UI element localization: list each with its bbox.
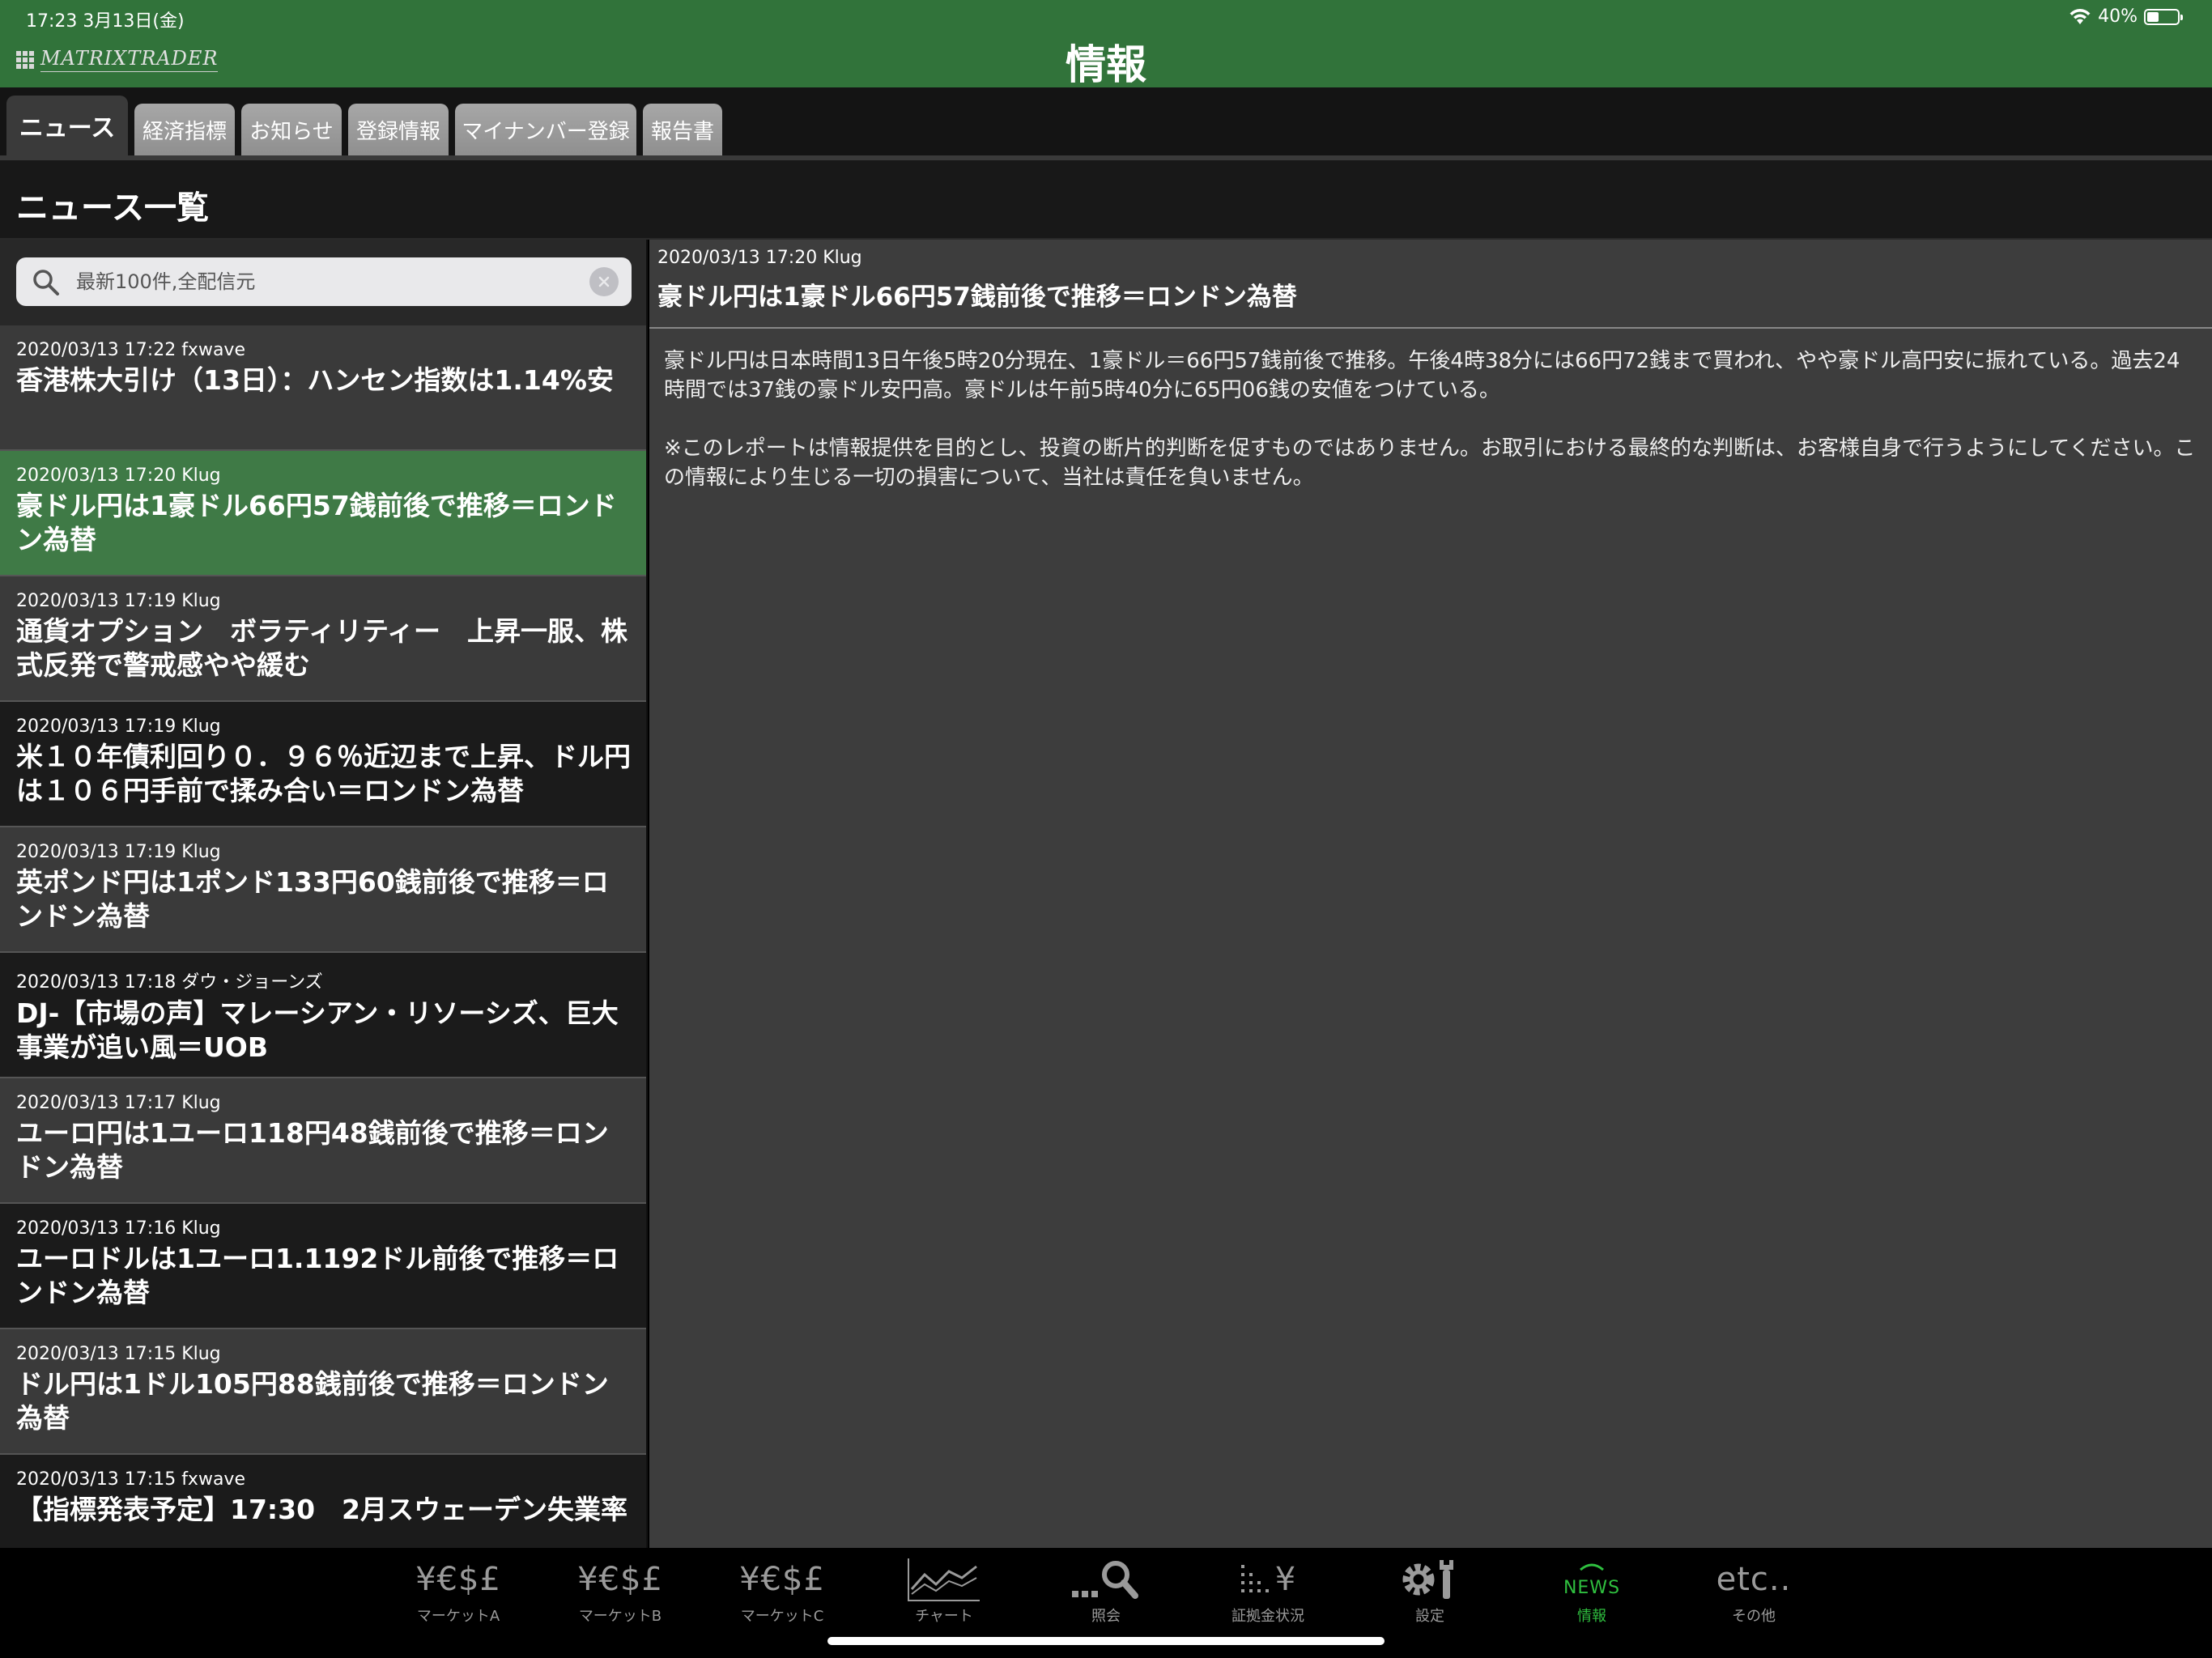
news-headline: 英ポンド円は1ポンド133円60銭前後で推移＝ロンドン為替 [16, 866, 609, 932]
wifi-icon [2069, 8, 2091, 24]
news-meta: 2020/03/13 17:20 Klug [16, 466, 221, 486]
bottom-tab-label: 証拠金状況 [1231, 1608, 1304, 1625]
detail-disclaimer: ※このレポートは情報提供を目的とし、投資の断片的判断を促すものではありません。お… [664, 436, 2196, 490]
header-bar: 17:23 3月13日(金) 40% MATRIXTRADER 情報 [0, 0, 2212, 88]
news-list-item[interactable]: 2020/03/13 17:17 Klug ユーロ円は1ユーロ118円48銭前後… [0, 1078, 646, 1204]
news-icon: NEWS [1563, 1554, 1620, 1605]
bottom-tab-label: マーケットA [416, 1608, 500, 1625]
detail-body: 豪ドル円は日本時間13日午後5時20分現在、1豪ドル＝66円57銭前後で推移。午… [649, 329, 2212, 539]
battery-level [2147, 11, 2159, 22]
search-icon [33, 270, 59, 295]
news-headline: DJ-【市場の声】マレーシアン・リソーシズ、巨大事業が追い風＝UOB [16, 997, 619, 1063]
bottom-tab-label: マーケットB [578, 1608, 662, 1625]
detail-header: 2020/03/13 17:20 Klug 豪ドル円は1豪ドル66円57銭前後で… [649, 240, 2212, 329]
bottom-tab-market-c[interactable]: ¥€$£ マーケットC [713, 1554, 851, 1635]
news-headline: ユーロ円は1ユーロ118円48銭前後で推移＝ロンドン為替 [16, 1117, 609, 1183]
news-headline: ユーロドルは1ユーロ1.1192ドル前後で推移＝ロンドン為替 [16, 1243, 619, 1308]
bottom-tab-label: 照会 [1091, 1608, 1121, 1625]
news-list-item[interactable]: 2020/03/13 17:15 Klug ドル円は1ドル105円88銭前後で推… [0, 1329, 646, 1455]
chart-icon [907, 1554, 981, 1605]
bottom-tab-settings[interactable]: 設定 [1361, 1554, 1499, 1635]
search-input[interactable] [76, 257, 562, 306]
bottom-tab-inquiry[interactable]: 照会 [1037, 1554, 1175, 1635]
tab-notices[interactable]: お知らせ [241, 104, 342, 155]
battery-icon [2144, 8, 2183, 25]
gear-wrench-icon [1397, 1554, 1462, 1605]
news-detail-pane: 2020/03/13 17:20 Klug 豪ドル円は1豪ドル66円57銭前後で… [649, 240, 2212, 1548]
news-meta: 2020/03/13 17:16 Klug [16, 1218, 221, 1239]
tab-reports[interactable]: 報告書 [643, 104, 722, 155]
detail-paragraph: 豪ドル円は日本時間13日午後5時20分現在、1豪ドル＝66円57銭前後で推移。午… [664, 349, 2180, 402]
news-list-item[interactable]: 2020/03/13 17:19 Klug 通貨オプション ボラティリティー 上… [0, 576, 646, 702]
section-title: ニュース一覧 [16, 189, 209, 227]
status-indicators: 40% [2069, 6, 2183, 27]
news-list-item[interactable]: 2020/03/13 17:15 fxwave 【指標発表予定】17:30 2月… [0, 1455, 646, 1548]
bottom-tab-market-a[interactable]: ¥€$£ マーケットA [389, 1554, 527, 1635]
news-list-item-selected[interactable]: 2020/03/13 17:20 Klug 豪ドル円は1豪ドル66円57銭前後で… [0, 451, 646, 576]
etc-icon: etc.. [1716, 1561, 1792, 1598]
news-headline: ドル円は1ドル105円88銭前後で推移＝ロンドン為替 [16, 1368, 609, 1434]
news-list-header: ニュース一覧 [0, 160, 2212, 240]
bottom-tab-margin-status[interactable]: ¥ 証拠金状況 [1199, 1554, 1337, 1635]
bottom-tab-label: 設定 [1415, 1608, 1444, 1625]
bottom-tab-label: チャート [915, 1608, 973, 1625]
page-title: 情報 [1066, 41, 1146, 88]
currency-icon: ¥€$£ [739, 1561, 825, 1598]
home-indicator[interactable] [827, 1637, 1385, 1645]
news-list-item[interactable]: 2020/03/13 17:16 Klug ユーロドルは1ユーロ1.1192ドル… [0, 1204, 646, 1329]
search-bar [0, 240, 646, 325]
bottom-tab-market-b[interactable]: ¥€$£ マーケットB [551, 1554, 689, 1635]
bottom-tab-other[interactable]: etc.. その他 [1685, 1554, 1823, 1635]
news-list-item[interactable]: 2020/03/13 17:18 ダウ・ジョーンズ DJ-【市場の声】マレーシア… [0, 953, 646, 1078]
search-icon [1069, 1554, 1143, 1605]
tab-economic-indicators[interactable]: 経済指標 [134, 104, 235, 155]
news-meta: 2020/03/13 17:22 fxwave [16, 340, 245, 360]
news-icon-text: NEWS [1563, 1577, 1621, 1598]
bottom-tab-chart[interactable]: チャート [875, 1554, 1013, 1635]
news-meta: 2020/03/13 17:18 ダウ・ジョーンズ [16, 972, 323, 993]
tab-news[interactable]: ニュース [6, 96, 128, 155]
bottom-tab-label: マーケットC [740, 1608, 824, 1625]
news-headline: 通貨オプション ボラティリティー 上昇一服、株式反発で警戒感やや緩む [16, 615, 628, 681]
detail-title: 豪ドル円は1豪ドル66円57銭前後で推移＝ロンドン為替 [657, 283, 1297, 312]
battery-percent: 40% [2098, 6, 2138, 27]
news-meta: 2020/03/13 17:15 fxwave [16, 1469, 245, 1490]
detail-meta: 2020/03/13 17:20 Klug [657, 248, 862, 268]
app-root: 17:23 3月13日(金) 40% MATRIXTRADER 情報 ニュース … [0, 0, 2212, 1658]
close-icon [598, 276, 610, 287]
news-meta: 2020/03/13 17:19 Klug [16, 842, 221, 862]
currency-icon: ¥€$£ [415, 1561, 501, 1598]
tab-registration-info[interactable]: 登録情報 [348, 104, 449, 155]
tab-my-number[interactable]: マイナンバー登録 [455, 104, 636, 155]
search-box [16, 257, 632, 306]
news-headline: 香港株大引け（13日）：ハンセン指数は1.14%安 [16, 364, 614, 396]
bottom-tab-label: その他 [1732, 1608, 1776, 1625]
news-headline: 【指標発表予定】17:30 2月スウェーデン失業率 [16, 1494, 628, 1525]
news-meta: 2020/03/13 17:19 Klug [16, 591, 221, 611]
news-list-item[interactable]: 2020/03/13 17:22 fxwave 香港株大引け（13日）：ハンセン… [0, 325, 646, 451]
signal-arc-icon [1580, 1563, 1604, 1571]
bottom-tab-info[interactable]: NEWS 情報 [1523, 1554, 1661, 1635]
margin-icon: ¥ [1240, 1554, 1296, 1605]
margin-yen-glyph: ¥ [1274, 1561, 1297, 1598]
clear-search-button[interactable] [589, 267, 619, 296]
news-meta: 2020/03/13 17:15 Klug [16, 1344, 221, 1364]
news-list-item[interactable]: 2020/03/13 17:19 Klug 米１０年債利回り０．９６％近辺まで上… [0, 702, 646, 827]
currency-icon: ¥€$£ [577, 1561, 663, 1598]
bottom-tab-label: 情報 [1577, 1608, 1606, 1625]
news-list-item[interactable]: 2020/03/13 17:19 Klug 英ポンド円は1ポンド133円60銭前… [0, 827, 646, 953]
status-time: 17:23 3月13日(金) [26, 11, 185, 32]
news-meta: 2020/03/13 17:19 Klug [16, 716, 221, 737]
news-meta: 2020/03/13 17:17 Klug [16, 1093, 221, 1113]
news-headline: 米１０年債利回り０．９６％近辺まで上昇、ドル円は１０６円手前で揉み合い＝ロンドン… [16, 741, 631, 806]
news-list-pane: 2020/03/13 17:22 fxwave 香港株大引け（13日）：ハンセン… [0, 240, 648, 1548]
info-tab-bar: ニュース 経済指標 お知らせ 登録情報 マイナンバー登録 報告書 [0, 87, 2212, 160]
news-headline: 豪ドル円は1豪ドル66円57銭前後で推移＝ロンドン為替 [16, 490, 617, 555]
